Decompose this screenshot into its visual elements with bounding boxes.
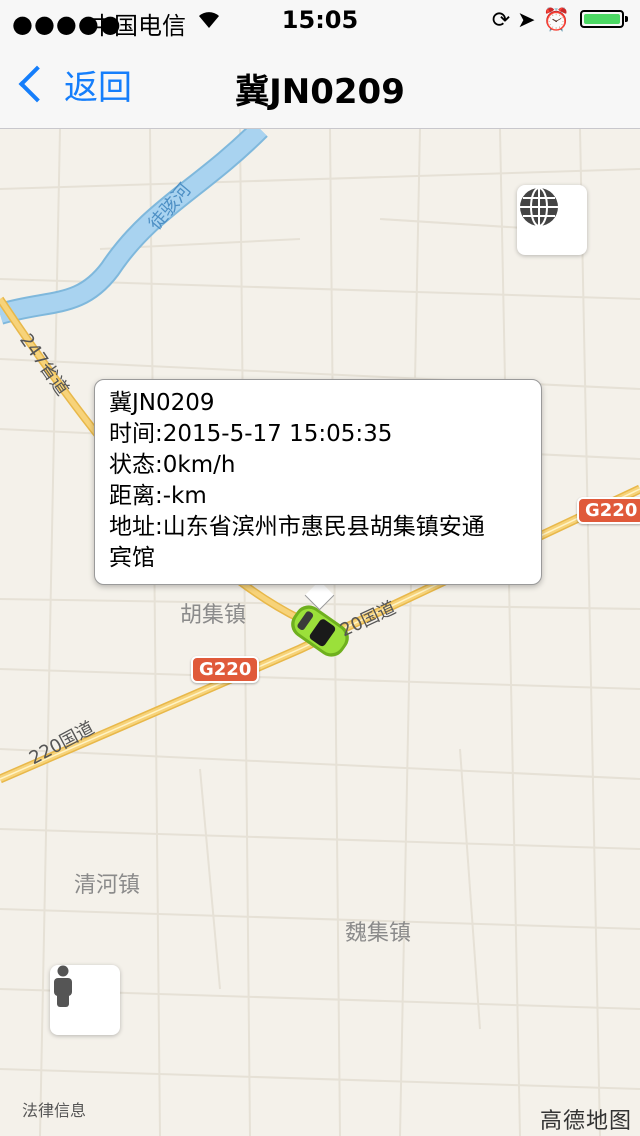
battery-icon <box>580 10 628 28</box>
battery-fill <box>584 14 620 24</box>
highway-shield-left: G220 <box>191 656 260 683</box>
location-arrow-icon: ➤ <box>517 8 536 33</box>
navigation-bar: 返回 冀JN0209 <box>0 40 640 129</box>
alarm-icon: ⏰ <box>542 8 570 33</box>
callout-plate: 冀JN0209 <box>109 390 215 416</box>
person-icon <box>54 965 72 1007</box>
map-brand-logo: 高德地图 <box>539 1109 632 1134</box>
page-title: 冀JN0209 <box>235 72 405 112</box>
locate-me-button[interactable] <box>50 965 120 1035</box>
map-view[interactable]: 徒骇河 247省道 220国道 20国道 G220 G220 胡集镇 清河镇 魏… <box>0 129 640 1136</box>
lock-rotation-icon: ⟳ <box>491 8 511 33</box>
vehicle-info-callout[interactable]: 冀JN0209 时间:2015-5-17 15:05:35 状态:0km/h 距… <box>94 379 542 585</box>
callout-status: 状态:0km/h <box>109 452 236 478</box>
status-right-icons: ⟳ ➤ ⏰ <box>492 8 570 33</box>
place-label-weiji: 魏集镇 <box>345 921 412 946</box>
callout-address-line1: 地址:山东省滨州市惠民县胡集镇安通 <box>109 514 485 540</box>
globe-icon <box>520 187 558 227</box>
legal-info-link[interactable]: 法律信息 <box>22 1097 86 1121</box>
status-bar: ●●●●● 中国电信 15:05 ⟳ ➤ ⏰ <box>0 0 640 40</box>
place-label-huji: 胡集镇 <box>180 603 247 628</box>
place-label-qinghe: 清河镇 <box>74 873 141 898</box>
callout-time: 时间:2015-5-17 15:05:35 <box>109 421 393 447</box>
callout-distance: 距离:-km <box>109 483 207 509</box>
highway-shield-right: G220 <box>577 497 640 524</box>
callout-address-line2: 宾馆 <box>109 545 155 571</box>
map-layer-button[interactable] <box>517 185 587 255</box>
